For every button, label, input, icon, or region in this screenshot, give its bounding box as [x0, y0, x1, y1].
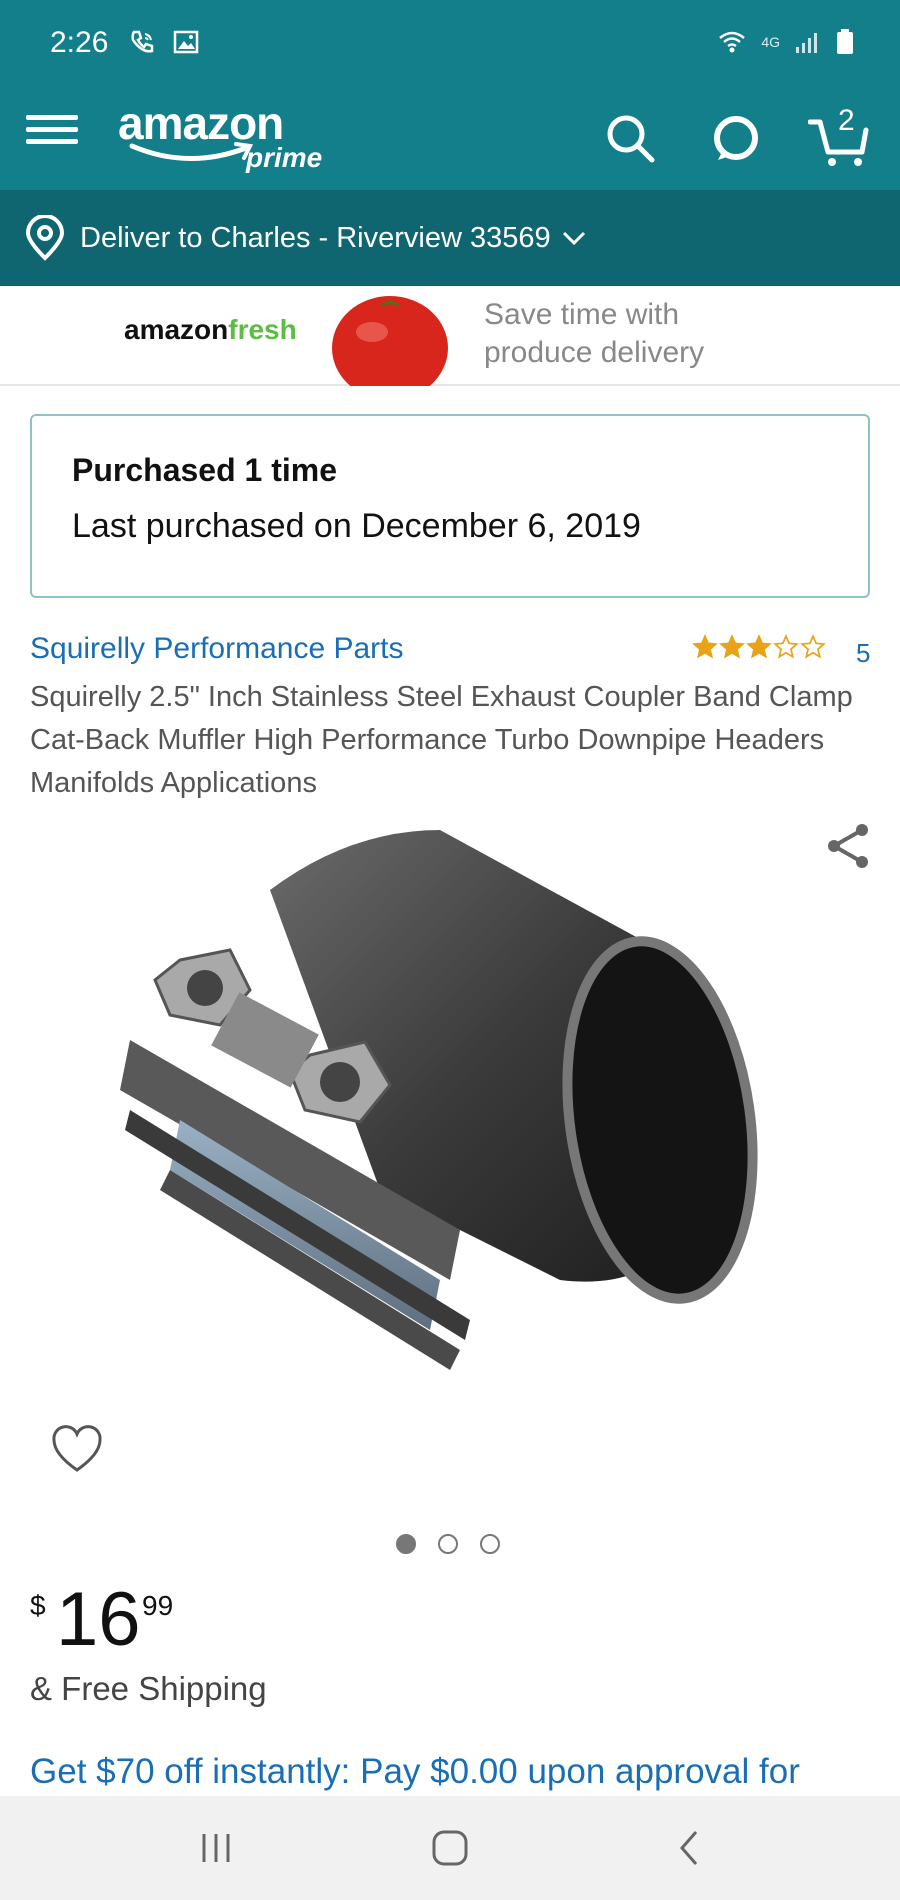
wifi-icon [719, 31, 746, 53]
tomato-image [332, 296, 448, 386]
star-icon [773, 634, 799, 659]
purchased-count: Purchased 1 time [72, 452, 337, 488]
cart-button[interactable]: 2 [807, 104, 869, 168]
pager-dot[interactable] [438, 1534, 458, 1554]
network-type: 4G [761, 34, 780, 50]
signal-icon [796, 33, 817, 53]
back-icon[interactable] [660, 1822, 720, 1874]
brand-link[interactable]: Squirelly Performance Parts [30, 632, 403, 666]
app-header: amazon prime 2 [0, 90, 900, 190]
status-time: 2:26 [50, 26, 109, 59]
recents-icon[interactable] [186, 1822, 246, 1874]
product-title: Squirelly 2.5" Inch Stainless Steel Exha… [30, 681, 853, 799]
amazon-fresh-logo: amazonfresh [124, 314, 297, 345]
android-nav-bar [0, 1796, 900, 1900]
smile-arrow-icon [129, 142, 254, 161]
star-icon [800, 634, 826, 659]
product-image[interactable] [20, 810, 880, 1500]
menu-icon[interactable] [26, 108, 82, 164]
logo-prime: prime [246, 142, 323, 173]
deliver-to-label: Deliver to Charles - Riverview 33569 [80, 221, 551, 254]
amazon-fresh-banner[interactable]: amazonfresh Save time with produce deliv… [0, 286, 900, 386]
purchase-history-box: Purchased 1 time Last purchased on Decem… [30, 414, 870, 598]
location-pin-icon [25, 215, 65, 261]
pager-dot[interactable] [396, 1534, 416, 1554]
cart-count: 2 [838, 104, 855, 137]
price-currency: $ [30, 1590, 46, 1621]
star-icon [719, 634, 745, 659]
price-fraction: 99 [142, 1590, 174, 1621]
alexa-icon[interactable] [706, 108, 766, 168]
price-whole: 16 [56, 1577, 141, 1662]
rating-count[interactable]: 5 [856, 638, 870, 669]
fresh-banner-text: Save time with produce delivery [484, 298, 705, 369]
deliver-to-bar[interactable]: Deliver to Charles - Riverview 33569 [0, 190, 900, 286]
star-rating[interactable] [692, 634, 826, 660]
star-icon [692, 634, 718, 659]
chevron-down-icon [562, 231, 585, 246]
pager-dot[interactable] [480, 1534, 500, 1554]
battery-icon [837, 29, 853, 54]
star-icon [746, 634, 772, 659]
last-purchased-date: Last purchased on December 6, 2019 [72, 507, 641, 545]
search-icon[interactable] [600, 108, 660, 168]
home-icon[interactable] [420, 1822, 480, 1874]
image-pager[interactable] [396, 1534, 500, 1554]
heart-icon[interactable] [50, 1424, 104, 1474]
call-icon [131, 30, 154, 53]
promo-link[interactable]: Get $70 off instantly: Pay $0.00 upon ap… [30, 1752, 870, 1792]
status-bar: 2:26 4G [0, 0, 900, 90]
share-icon[interactable] [820, 818, 876, 874]
image-icon [173, 30, 199, 54]
amazon-prime-logo[interactable]: amazon prime [118, 98, 322, 173]
shipping-info: & Free Shipping [30, 1670, 267, 1707]
